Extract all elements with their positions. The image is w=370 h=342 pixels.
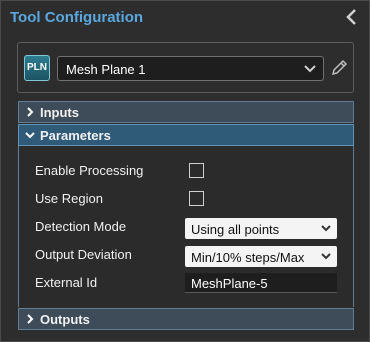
external-id-value: MeshPlane-5 bbox=[191, 276, 268, 291]
external-id-label: External Id bbox=[35, 275, 98, 290]
tool-type-badge: PLN bbox=[24, 55, 50, 81]
chevron-right-icon bbox=[27, 107, 34, 117]
chevron-down-icon bbox=[321, 253, 331, 260]
enable-processing-label: Enable Processing bbox=[35, 163, 144, 178]
section-outputs[interactable]: Outputs bbox=[18, 308, 354, 330]
chevron-left-icon[interactable] bbox=[343, 7, 361, 27]
tool-selector-box: PLN Mesh Plane 1 bbox=[17, 42, 354, 93]
use-region-checkbox[interactable] bbox=[189, 191, 204, 206]
chevron-down-icon bbox=[25, 132, 35, 139]
chevron-down-icon bbox=[321, 225, 331, 232]
pencil-icon[interactable] bbox=[329, 58, 349, 78]
section-inputs[interactable]: Inputs bbox=[18, 101, 354, 123]
tool-configuration-panel: Tool Configuration PLN Mesh Plane 1 Inpu… bbox=[0, 0, 370, 342]
section-inputs-label: Inputs bbox=[40, 105, 79, 120]
output-deviation-dropdown[interactable]: Min/10% steps/Max bbox=[185, 246, 337, 267]
section-parameters[interactable]: Parameters bbox=[18, 124, 354, 146]
detection-mode-value: Using all points bbox=[191, 222, 280, 237]
output-deviation-value: Min/10% steps/Max bbox=[191, 250, 305, 265]
chevron-down-icon bbox=[304, 65, 316, 73]
enable-processing-checkbox[interactable] bbox=[189, 163, 204, 178]
tool-select-dropdown[interactable]: Mesh Plane 1 bbox=[57, 56, 324, 81]
section-parameters-label: Parameters bbox=[40, 128, 111, 143]
output-deviation-label: Output Deviation bbox=[35, 247, 132, 262]
external-id-input[interactable]: MeshPlane-5 bbox=[185, 273, 337, 293]
chevron-right-icon bbox=[27, 314, 34, 324]
panel-title: Tool Configuration bbox=[10, 9, 144, 26]
section-outputs-label: Outputs bbox=[40, 312, 90, 327]
detection-mode-dropdown[interactable]: Using all points bbox=[185, 218, 337, 239]
use-region-label: Use Region bbox=[35, 191, 103, 206]
tool-select-value: Mesh Plane 1 bbox=[66, 62, 146, 77]
detection-mode-label: Detection Mode bbox=[35, 219, 127, 234]
